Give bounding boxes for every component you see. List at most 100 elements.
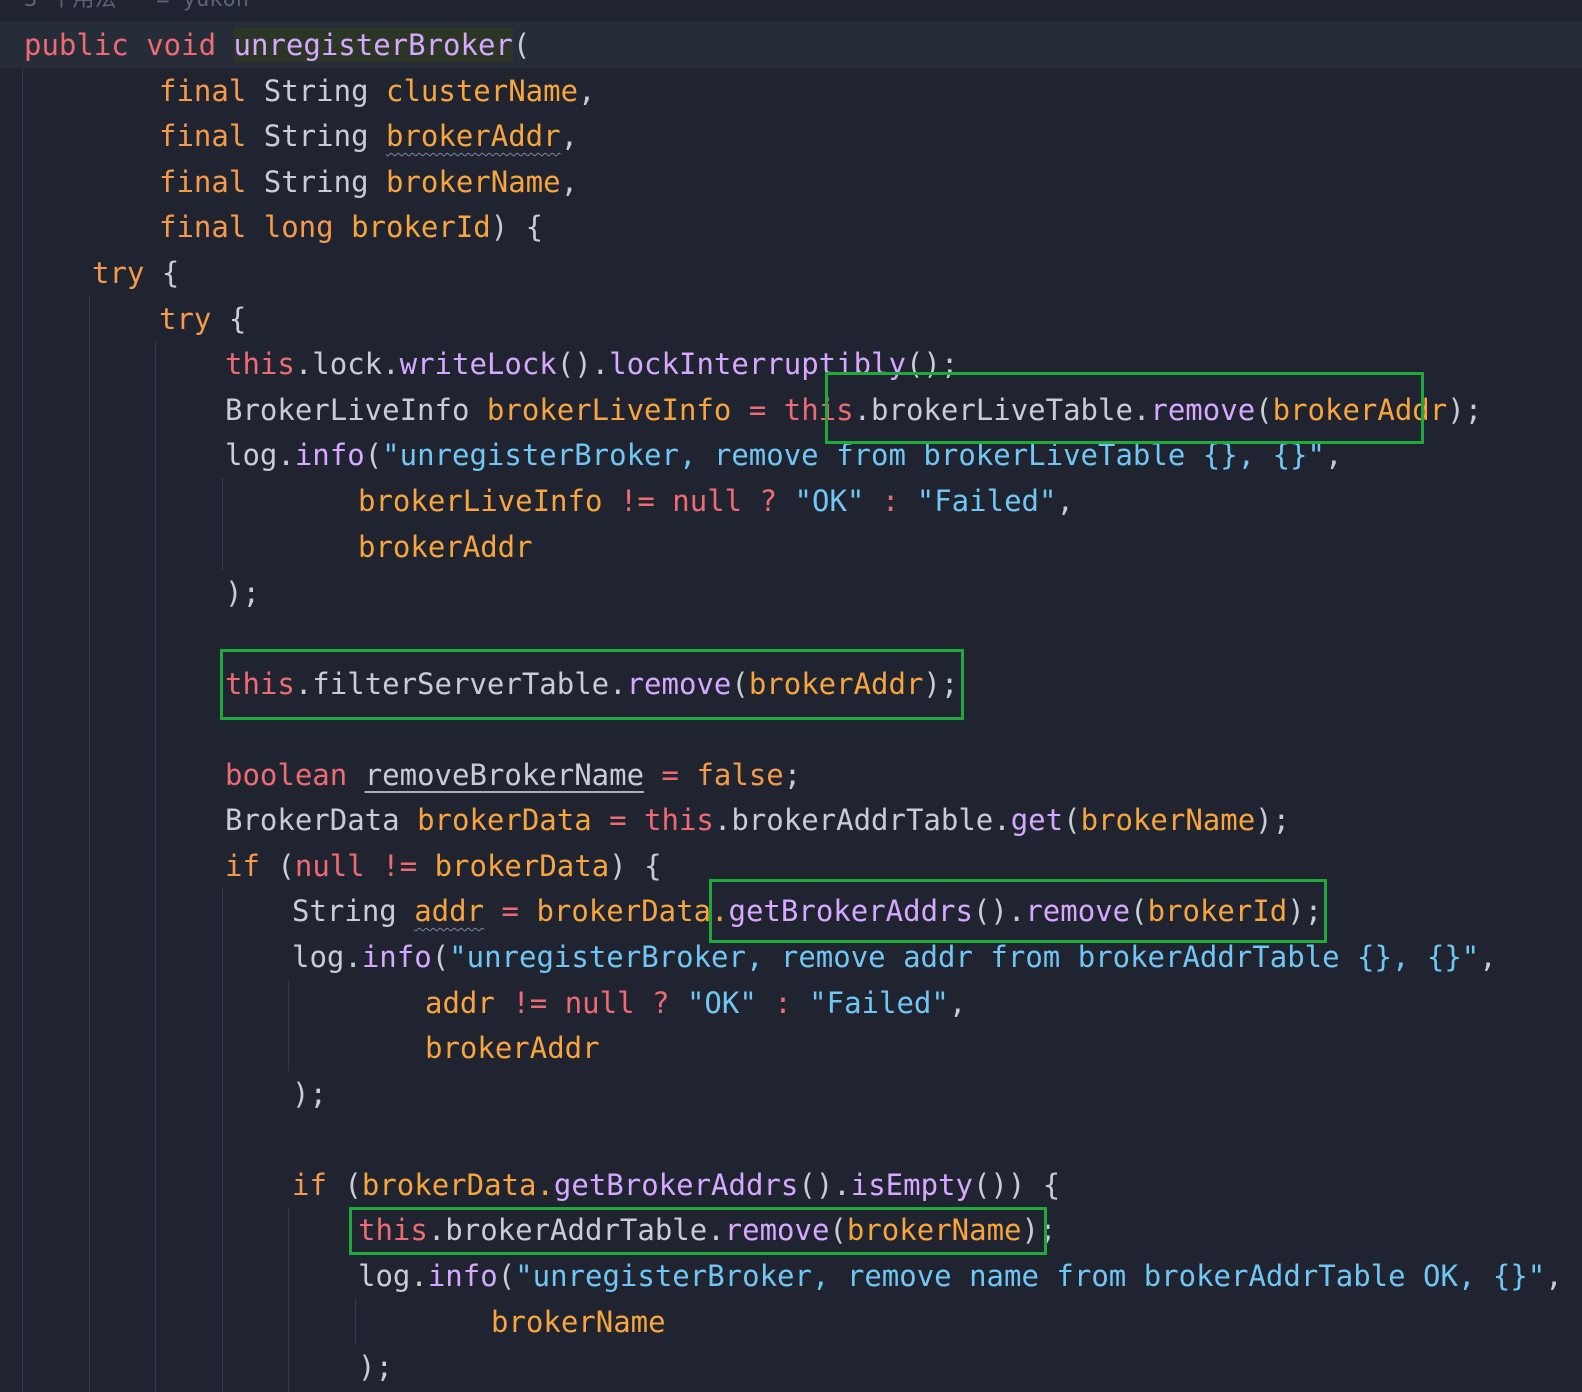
code-token: = xyxy=(644,758,697,792)
code-editor[interactable]: 3 个用法 ≗ yukon public void unregisterBrok… xyxy=(0,0,1582,1392)
code-token: log. xyxy=(358,1259,428,1293)
code-token: "unregisterBroker, remove name from brok… xyxy=(515,1259,1546,1293)
code-token: String xyxy=(292,894,415,928)
code-token: if xyxy=(225,849,278,883)
highlight-box-broker-addr-table-remove xyxy=(349,1207,1047,1255)
code-token: ()) { xyxy=(972,1168,1061,1202)
code-line[interactable]: ); xyxy=(225,570,260,616)
code-token: != xyxy=(619,484,673,518)
code-line[interactable]: addr != null ? "OK" : "Failed", xyxy=(425,980,966,1026)
code-token: removeBrokerName xyxy=(364,758,645,792)
code-token: != xyxy=(382,849,435,883)
code-token: brokerName xyxy=(1080,803,1256,837)
code-token: null xyxy=(564,986,653,1020)
indent-guide xyxy=(355,1299,356,1344)
code-line[interactable]: brokerName xyxy=(491,1299,666,1345)
code-token: ; xyxy=(783,758,802,792)
highlight-box-broker-live-table-remove xyxy=(825,372,1424,444)
code-line[interactable]: try { xyxy=(159,296,246,342)
code-token: null xyxy=(672,484,760,518)
indent-guide xyxy=(89,296,90,1392)
code-token: brokerLiveInfo xyxy=(358,484,620,518)
code-token: = xyxy=(748,393,784,427)
code-line[interactable]: final String brokerName, xyxy=(159,159,578,205)
code-token: brokerAddr xyxy=(385,119,561,153)
code-token: void xyxy=(146,28,234,62)
indent-guide xyxy=(288,980,289,1071)
code-token: brokerData xyxy=(434,849,610,883)
code-token: brokerLiveInfo xyxy=(486,393,749,427)
code-line[interactable]: final long brokerId) { xyxy=(159,204,543,250)
code-token: ( xyxy=(497,1259,516,1293)
code-token: : xyxy=(774,986,810,1020)
code-line[interactable]: final String clusterName, xyxy=(159,68,596,114)
code-token: clusterName xyxy=(385,74,579,108)
code-token: , xyxy=(1056,484,1074,518)
code-line[interactable]: brokerAddr xyxy=(425,1025,600,1071)
code-token: ( xyxy=(364,438,383,472)
code-token: { xyxy=(161,256,180,290)
code-line[interactable]: boolean removeBrokerName = false; xyxy=(225,752,801,798)
indent-guide xyxy=(155,341,156,1392)
code-token: , xyxy=(1479,940,1497,974)
code-token: : xyxy=(881,484,917,518)
code-token: { xyxy=(228,302,247,336)
code-token: ); xyxy=(1447,393,1483,427)
code-token: BrokerData xyxy=(225,803,418,837)
indent-guide xyxy=(288,1207,289,1392)
code-line[interactable]: public void unregisterBroker( xyxy=(24,22,530,68)
usage-author-hint[interactable]: 3 个用法 ≗ yukon xyxy=(24,0,249,12)
code-line[interactable]: if (null != brokerData) { xyxy=(225,843,662,889)
code-line[interactable]: BrokerData brokerData = this.brokerAddrT… xyxy=(225,797,1290,843)
code-line[interactable]: ); xyxy=(358,1344,393,1390)
code-token: (). xyxy=(556,347,610,381)
code-line[interactable]: try { xyxy=(92,250,179,296)
code-token: brokerData. xyxy=(536,894,729,928)
code-token: String xyxy=(263,74,386,108)
code-token: ( xyxy=(277,849,295,883)
code-token: false xyxy=(696,758,784,792)
code-token: brokerAddr xyxy=(358,530,533,564)
code-token: unregisterBroker xyxy=(233,28,513,62)
code-token: , xyxy=(578,74,596,108)
code-token: log. xyxy=(225,438,295,472)
code-token: ); xyxy=(292,1077,327,1111)
code-token: = xyxy=(484,894,537,928)
code-token: ) { xyxy=(490,210,544,244)
code-token: final xyxy=(159,119,264,153)
code-token: = xyxy=(609,803,645,837)
code-token: log. xyxy=(292,940,362,974)
code-line[interactable]: brokerAddr xyxy=(358,524,533,570)
code-token: ); xyxy=(1255,803,1291,837)
code-token: BrokerLiveInfo xyxy=(225,393,487,427)
code-token: ( xyxy=(512,28,531,62)
code-token: , xyxy=(948,986,967,1020)
code-token: public xyxy=(24,28,147,62)
code-token: addr xyxy=(414,894,485,928)
code-token: String xyxy=(263,119,386,153)
code-token: boolean xyxy=(225,758,365,792)
code-token: writeLock xyxy=(399,347,557,381)
code-token: ); xyxy=(225,576,260,610)
code-token: info xyxy=(294,438,365,472)
code-line[interactable]: if (brokerData.getBrokerAddrs().isEmpty(… xyxy=(292,1162,1060,1208)
code-token: "OK" xyxy=(794,484,882,518)
code-token: get xyxy=(1010,803,1064,837)
code-line[interactable]: log.info("unregisterBroker, remove name … xyxy=(358,1253,1563,1299)
code-line[interactable]: brokerLiveInfo != null ? "OK" : "Failed"… xyxy=(358,478,1074,524)
code-token: final xyxy=(159,74,264,108)
code-token: "Failed" xyxy=(916,484,1057,518)
indent-guide xyxy=(222,888,223,1392)
code-token: , xyxy=(560,119,579,153)
code-token: "OK" xyxy=(686,986,775,1020)
code-token: .lock. xyxy=(294,347,400,381)
code-token: .brokerAddrTable. xyxy=(713,803,1011,837)
code-token: addr xyxy=(425,986,513,1020)
indent-guide xyxy=(222,478,223,570)
code-line[interactable]: final String brokerAddr, xyxy=(159,113,578,159)
code-line[interactable]: ); xyxy=(292,1071,327,1117)
code-token: "Failed" xyxy=(809,986,949,1020)
indent-guide xyxy=(22,68,23,1392)
code-token: brokerData xyxy=(417,803,610,837)
code-token: ( xyxy=(344,1168,362,1202)
